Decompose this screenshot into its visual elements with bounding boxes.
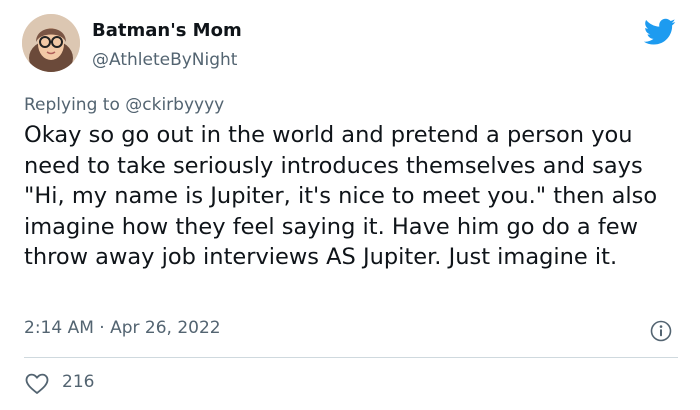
replying-to-line: Replying to @ckirbyyyy [24,95,224,115]
twitter-bird-icon[interactable] [644,18,676,46]
author-display-name[interactable]: Batman's Mom [92,20,242,41]
avatar[interactable] [22,14,80,72]
replying-to-label: Replying to [24,95,126,115]
tweet-text: Okay so go out in the world and pretend … [24,122,658,271]
divider [24,357,678,358]
tweet-timestamp[interactable]: 2:14 AM · Apr 26, 2022 [24,318,221,338]
like-count: 216 [62,372,95,392]
reply-target-handle[interactable]: @ckirbyyyy [125,95,224,115]
author-handle[interactable]: @AthleteByNight [92,50,237,70]
info-icon[interactable] [650,320,672,342]
heart-icon[interactable] [24,372,50,396]
